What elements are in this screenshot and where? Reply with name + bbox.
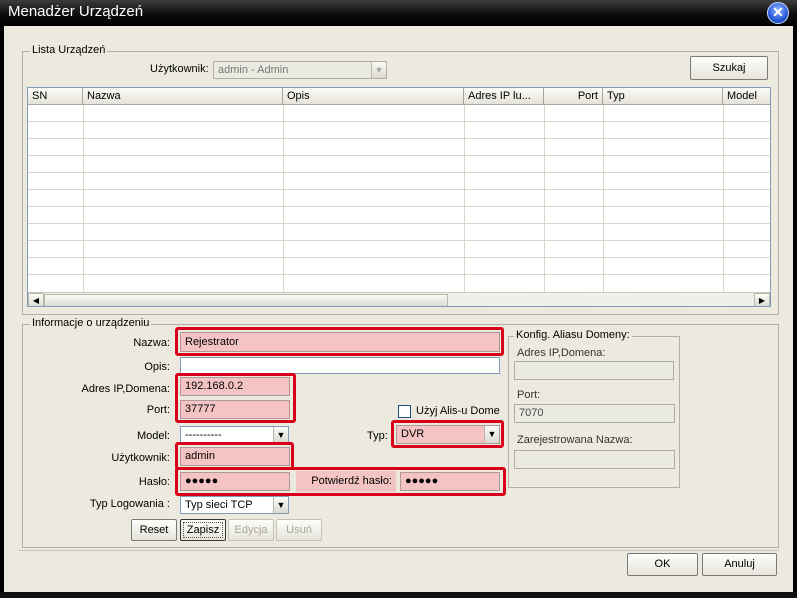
delete-button-label: Usuń xyxy=(286,524,312,536)
login-type-select[interactable]: Typ sieci TCP ▼ xyxy=(180,496,289,514)
alias-port-label: Port: xyxy=(517,389,541,401)
model-label: Model: xyxy=(136,430,170,442)
alias-registered-name-label: Zarejestrowana Nazwa: xyxy=(517,434,633,446)
highlight-passwords xyxy=(175,467,506,496)
list-user-label: Użytkownik: xyxy=(150,63,209,75)
model-value: ---------- xyxy=(185,429,222,441)
close-icon: ✕ xyxy=(772,4,784,20)
window-title: Menadżer Urządzeń xyxy=(8,3,144,20)
table-row[interactable] xyxy=(28,190,770,207)
alias-port-field[interactable]: 7070 xyxy=(514,404,675,423)
device-table[interactable]: SN Nazwa Opis Adres IP lu... Port Typ Mo… xyxy=(27,87,771,307)
alias-address-label: Adres IP,Domena: xyxy=(517,347,606,359)
edit-button[interactable]: Edycja xyxy=(228,519,274,541)
cancel-button-label: Anuluj xyxy=(724,558,755,570)
highlight-name xyxy=(175,327,504,356)
search-button-label: Szukaj xyxy=(712,62,746,74)
description-field[interactable] xyxy=(180,357,500,374)
ip-label: Adres IP,Domena: xyxy=(81,383,170,395)
table-row[interactable] xyxy=(28,224,770,241)
description-label: Opis: xyxy=(144,361,170,373)
list-user-value: admin - Admin xyxy=(218,64,289,76)
port-label: Port: xyxy=(146,404,170,416)
table-row[interactable] xyxy=(28,105,770,122)
scrollbar-track[interactable] xyxy=(448,294,754,306)
list-user-select[interactable]: admin - Admin ▼ xyxy=(213,61,387,79)
highlight-ip-port xyxy=(175,373,296,423)
alias-port-value: 7070 xyxy=(519,407,544,419)
footer-separator xyxy=(19,550,779,551)
alias-registered-name-field[interactable] xyxy=(514,450,675,469)
save-button[interactable]: Zapisz xyxy=(180,519,226,541)
device-list-group-title: Lista Urządzeń xyxy=(30,44,108,56)
column-header-sn[interactable]: SN xyxy=(28,88,83,105)
horizontal-scrollbar[interactable]: ◀ ▶ xyxy=(28,292,770,306)
edit-button-label: Edycja xyxy=(234,524,268,536)
arrow-left-icon[interactable]: ◀ xyxy=(28,293,44,306)
login-type-value: Typ sieci TCP xyxy=(185,499,253,511)
chevron-down-icon: ▼ xyxy=(371,62,386,78)
device-info-group-title: Informacje o urządzeniu xyxy=(30,317,152,329)
delete-button[interactable]: Usuń xyxy=(276,519,322,541)
reset-button-label: Reset xyxy=(139,524,169,536)
table-row[interactable] xyxy=(28,241,770,258)
table-row[interactable] xyxy=(28,258,770,275)
scrollbar-thumb[interactable] xyxy=(44,294,448,306)
table-row[interactable] xyxy=(28,207,770,224)
user-label: Użytkownik: xyxy=(111,452,170,464)
table-row[interactable] xyxy=(28,139,770,156)
column-header-description[interactable]: Opis xyxy=(283,88,464,105)
ok-button[interactable]: OK xyxy=(627,553,698,576)
column-header-port[interactable]: Port xyxy=(544,88,603,105)
column-header-ip[interactable]: Adres IP lu... xyxy=(464,88,544,105)
alias-config-group-title: Konfig. Aliasu Domeny: xyxy=(514,329,632,341)
column-header-name[interactable]: Nazwa xyxy=(83,88,283,105)
type-label: Typ: xyxy=(367,430,388,442)
arrow-right-icon[interactable]: ▶ xyxy=(754,293,770,306)
alias-address-field[interactable] xyxy=(514,361,674,380)
alias-checkbox-label[interactable]: Użyj Alis-u Dome xyxy=(416,405,500,417)
column-header-type[interactable]: Typ xyxy=(603,88,723,105)
ok-button-label: OK xyxy=(654,558,671,570)
search-button[interactable]: Szukaj xyxy=(690,56,768,80)
chevron-down-icon: ▼ xyxy=(273,497,288,513)
reset-button[interactable]: Reset xyxy=(131,519,177,541)
highlight-type xyxy=(391,420,504,448)
table-row[interactable] xyxy=(28,173,770,190)
table-header: SN Nazwa Opis Adres IP lu... Port Typ Mo… xyxy=(28,88,770,105)
table-row[interactable] xyxy=(28,156,770,173)
highlight-user xyxy=(175,442,294,470)
cancel-button[interactable]: Anuluj xyxy=(702,553,777,576)
login-type-label: Typ Logowania : xyxy=(89,498,170,510)
table-row[interactable] xyxy=(28,122,770,139)
alias-checkbox[interactable] xyxy=(398,405,411,418)
close-button[interactable]: ✕ xyxy=(767,2,789,24)
window-bottom-edge xyxy=(0,592,797,598)
chevron-down-icon: ▼ xyxy=(273,427,288,443)
save-button-label: Zapisz xyxy=(186,524,220,536)
name-label: Nazwa: xyxy=(133,337,170,349)
title-bar: Menadżer Urządzeń ✕ xyxy=(0,0,797,26)
password-label: Hasło: xyxy=(138,476,170,488)
column-header-model[interactable]: Model xyxy=(723,88,770,105)
